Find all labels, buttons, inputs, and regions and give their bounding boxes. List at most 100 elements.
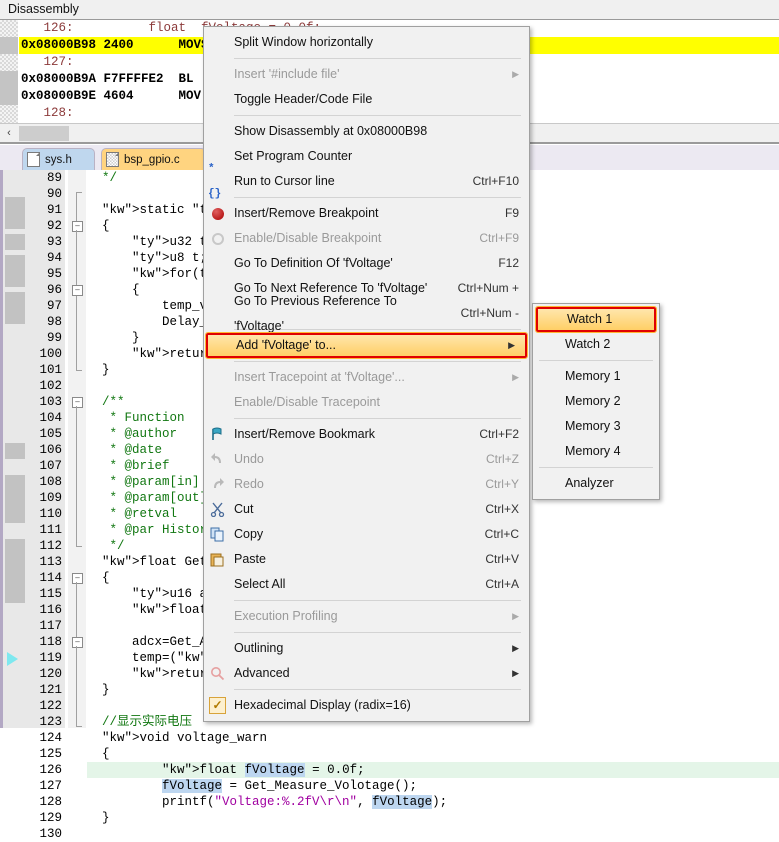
editor-line-number: 107	[39, 459, 62, 473]
disassembly-gutter-block	[0, 71, 18, 105]
context-menu[interactable]: Split Window horizontally Insert '#includ…	[203, 26, 530, 722]
menu-item-hexadecimal-display-radix-16[interactable]: ✓ Hexadecimal Display (radix=16)	[204, 693, 529, 718]
submenu-item-memory-2[interactable]: Memory 2	[533, 389, 659, 414]
menu-item-cut[interactable]: Cut Ctrl+X	[204, 497, 529, 522]
submenu-item-watch-1[interactable]: Watch 1	[535, 306, 657, 333]
submenu-separator	[539, 360, 653, 361]
submenu-item-memory-3[interactable]: Memory 3	[533, 414, 659, 439]
menu-item-redo: Redo Ctrl+Y	[204, 472, 529, 497]
editor-line-number: 113	[39, 555, 62, 569]
editor-code-line[interactable]: fVoltage = Get_Measure_Volotage();	[87, 778, 779, 794]
editor-line-number: 96	[46, 283, 62, 297]
fold-toggle-icon[interactable]: –	[72, 221, 83, 232]
menu-item-advanced[interactable]: Advanced ▶	[204, 661, 529, 686]
editor-tab-label: bsp_gpio.c	[124, 153, 180, 166]
menu-item-show-disassembly-at-0x08000b98[interactable]: Show Disassembly at 0x08000B98	[204, 119, 529, 144]
menu-item-label: Show Disassembly at 0x08000B98	[234, 124, 428, 138]
menu-item-set-program-counter[interactable]: Set Program Counter	[204, 144, 529, 169]
scroll-left-arrow-icon[interactable]: ‹	[2, 126, 16, 140]
fold-guide	[76, 192, 77, 221]
editor-line-number: 116	[39, 603, 62, 617]
submenu-item-watch-2[interactable]: Watch 2	[533, 332, 659, 357]
menu-item-run-to-cursor-line[interactable]: *{} Run to Cursor line Ctrl+F10	[204, 162, 529, 200]
menu-item-execution-profiling: Execution Profiling ▶	[204, 604, 529, 629]
fold-toggle-icon[interactable]: –	[72, 573, 83, 584]
code-block-marker	[5, 255, 25, 287]
editor-breakpoint-column[interactable]	[3, 170, 25, 728]
menu-item-add-fvoltage-to[interactable]: Add 'fVoltage' to... ▶	[205, 332, 528, 359]
editor-line-number: 106	[39, 443, 62, 457]
editor-line-number: 126	[39, 763, 62, 777]
breakpoint-disabled-icon	[208, 229, 227, 248]
menu-item-select-all[interactable]: Select All Ctrl+A	[204, 572, 529, 597]
chevron-right-icon: ▶	[512, 668, 519, 678]
editor-code-line[interactable]: printf("Voltage:%.2fV\r\n", fVoltage);	[87, 794, 779, 810]
menu-separator	[234, 361, 521, 362]
menu-item-go-to-definition-of-fvoltage[interactable]: Go To Definition Of 'fVoltage' F12	[204, 251, 529, 276]
disassembly-gutter-block	[0, 37, 18, 54]
program-counter-arrow-icon	[7, 652, 18, 666]
chevron-right-icon: ▶	[512, 643, 519, 653]
menu-separator	[234, 115, 521, 116]
editor-line-number: 108	[39, 475, 62, 489]
fold-toggle-icon[interactable]: –	[72, 285, 83, 296]
context-menu-items[interactable]: Split Window horizontally Insert '#includ…	[204, 27, 529, 721]
editor-code-line[interactable]: "kw">float fVoltage = 0.0f;	[87, 762, 779, 778]
editor-code-line[interactable]: }	[87, 810, 779, 826]
editor-line-number: 122	[39, 699, 62, 713]
editor-line-number: 129	[39, 811, 62, 825]
submenu-item-label: Analyzer	[565, 476, 614, 490]
menu-item-toggle-header-code-file[interactable]: Toggle Header/Code File	[204, 87, 529, 112]
menu-item-label: Go To Definition Of 'fVoltage'	[234, 256, 393, 270]
menu-item-copy[interactable]: Copy Ctrl+C	[204, 522, 529, 547]
menu-item-paste[interactable]: Paste Ctrl+V	[204, 547, 529, 572]
menu-item-label: Insert/Remove Breakpoint	[234, 206, 379, 220]
bookmark-flag-icon	[208, 425, 227, 444]
menu-item-label: Undo	[234, 452, 264, 466]
editor-code-line[interactable]: {	[87, 746, 779, 762]
submenu-items[interactable]: Watch 1 Watch 2 Memory 1 Memory 2 Memory 3 Me…	[533, 304, 659, 499]
menu-separator	[234, 58, 521, 59]
code-block-marker	[5, 443, 25, 459]
fold-toggle-icon[interactable]: –	[72, 397, 83, 408]
editor-fold-column[interactable]: – – – – –	[68, 170, 86, 728]
menu-item-shortcut: Ctrl+Z	[486, 452, 519, 466]
breakpoint-icon	[208, 204, 227, 223]
editor-line-number: 115	[39, 587, 62, 601]
menu-separator	[234, 418, 521, 419]
menu-item-label: Set Program Counter	[234, 149, 353, 163]
editor-line-numbers: 89 90 91 92 93 94 95 96 97 98 99 100 101 102 103 104 105…	[25, 170, 65, 841]
editor-line-number: 97	[46, 299, 62, 313]
menu-item-outlining[interactable]: Outlining ▶	[204, 636, 529, 661]
fold-guide-end	[76, 192, 82, 193]
fold-guide-end	[76, 546, 82, 547]
editor-tab-bsp-gpio-c[interactable]: bsp_gpio.c	[101, 148, 206, 170]
fold-guide	[76, 230, 77, 370]
scroll-thumb[interactable]	[19, 126, 69, 141]
fold-toggle-icon[interactable]: –	[72, 637, 83, 648]
menu-item-go-to-previous-reference-to-fvoltage[interactable]: Go To Previous Reference To 'fVoltage' Ct…	[204, 294, 529, 333]
menu-item-split-window-horizontally[interactable]: Split Window horizontally	[204, 30, 529, 55]
menu-item-label: Cut	[234, 502, 254, 516]
editor-line-number: 127	[39, 779, 62, 793]
submenu-item-memory-1[interactable]: Memory 1	[533, 364, 659, 389]
cursor-run-icon: *{}	[208, 162, 222, 200]
menu-item-insert-remove-breakpoint[interactable]: Insert/Remove Breakpoint F9	[204, 201, 529, 226]
editor-line-number: 105	[39, 427, 62, 441]
menu-item-label: Enable/Disable Breakpoint	[234, 231, 382, 245]
add-to-submenu[interactable]: Watch 1 Watch 2 Memory 1 Memory 2 Memory 3 Me…	[532, 303, 660, 500]
editor-code-line[interactable]: "kw">void voltage_warn	[87, 730, 779, 746]
submenu-item-analyzer[interactable]: Analyzer	[533, 471, 659, 496]
menu-separator	[234, 197, 521, 198]
menu-item-insert-remove-bookmark[interactable]: Insert/Remove Bookmark Ctrl+F2	[204, 422, 529, 447]
submenu-item-memory-4[interactable]: Memory 4	[533, 439, 659, 464]
editor-tab-sys-h[interactable]: sys.h	[22, 148, 95, 170]
disassembly-gutter[interactable]	[0, 20, 18, 124]
editor-line-number: 99	[46, 331, 62, 345]
editor-code-line[interactable]	[87, 826, 779, 842]
menu-item-enable-disable-tracepoint: Enable/Disable Tracepoint	[204, 390, 529, 415]
editor-line-number: 121	[39, 683, 62, 697]
editor-line-number: 89	[46, 171, 62, 185]
submenu-separator	[539, 467, 653, 468]
clipboard-icon	[208, 550, 227, 569]
